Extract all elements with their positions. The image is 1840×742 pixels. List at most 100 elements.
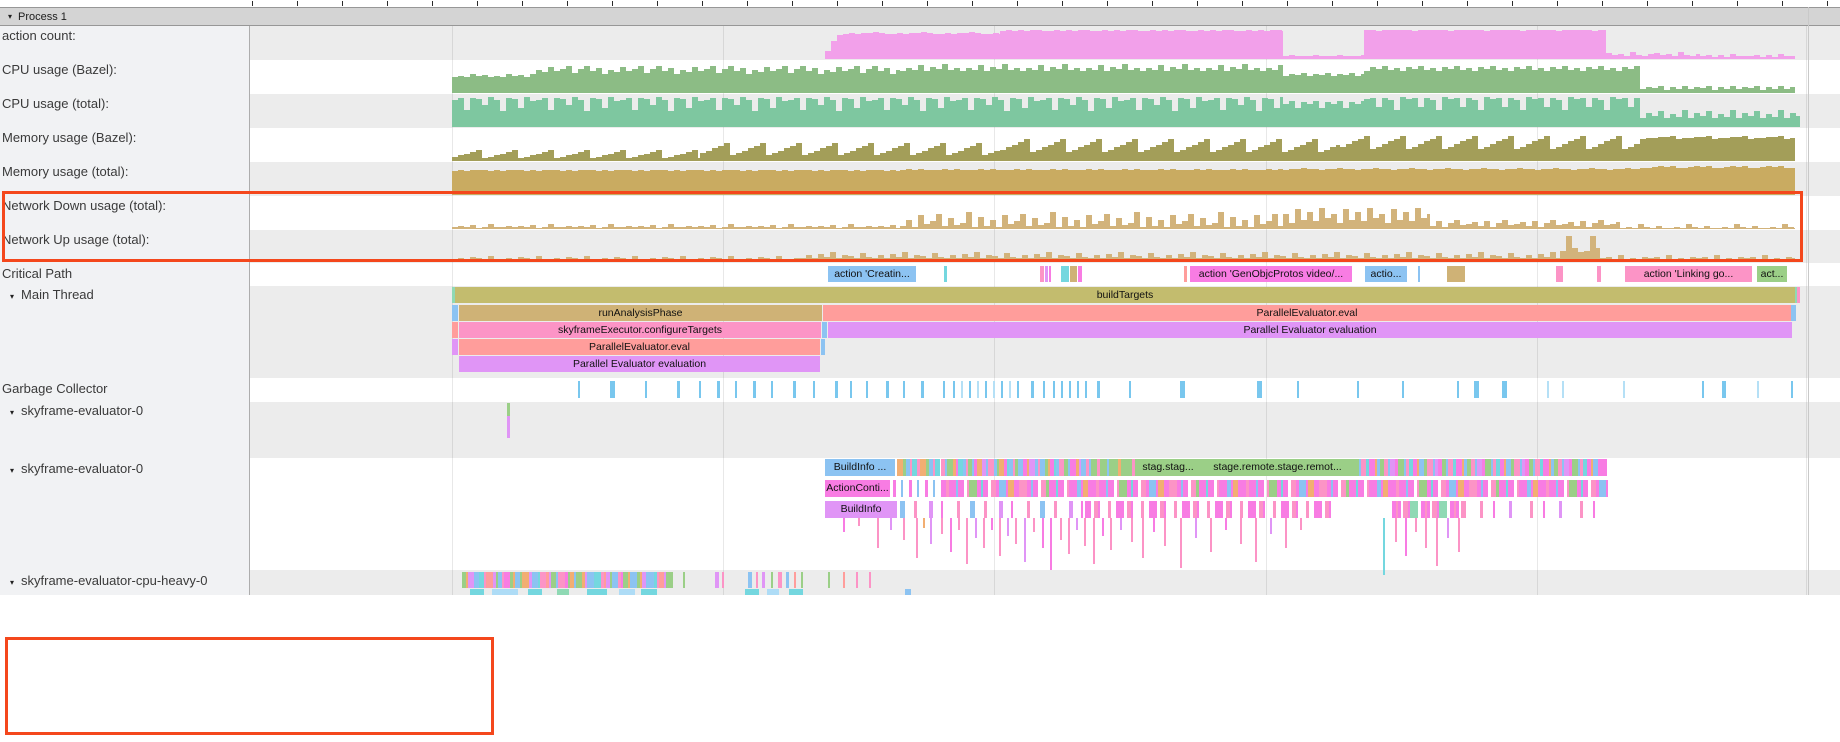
trace-slice[interactable]: Parallel Evaluator evaluation — [459, 356, 820, 372]
trace-slice[interactable] — [771, 572, 773, 588]
gc-slice[interactable] — [677, 381, 680, 398]
trace-slice[interactable] — [715, 572, 719, 588]
gc-slice[interactable] — [645, 381, 647, 398]
trace-slice[interactable] — [1107, 459, 1109, 476]
trace-slice[interactable] — [1519, 480, 1527, 497]
trace-slice[interactable] — [890, 518, 892, 530]
gc-slice[interactable] — [1001, 381, 1003, 398]
trace-slice[interactable] — [1098, 501, 1100, 518]
trace-slice[interactable] — [1076, 518, 1078, 530]
trace-slice[interactable] — [1270, 518, 1272, 534]
trace-slice[interactable] — [1169, 480, 1177, 497]
trace-slice[interactable] — [1142, 518, 1144, 558]
trace-slice[interactable] — [630, 572, 637, 588]
gc-slice[interactable] — [1702, 381, 1704, 398]
track-label-main-thread[interactable]: ▾Main Thread — [10, 288, 94, 304]
trace-slice[interactable] — [786, 572, 789, 588]
trace-slice[interactable] — [1273, 501, 1276, 518]
trace-slice[interactable] — [1549, 480, 1556, 497]
trace-slice[interactable] — [930, 518, 932, 544]
trace-slice[interactable] — [1097, 459, 1100, 476]
trace-slice[interactable] — [1042, 518, 1044, 548]
trace-slice[interactable]: ParallelEvaluator.eval — [823, 305, 1791, 321]
trace-slice[interactable] — [1108, 480, 1114, 497]
trace-slice[interactable] — [1461, 501, 1466, 518]
trace-slice[interactable] — [1250, 501, 1256, 518]
trace-slice[interactable] — [1599, 480, 1606, 497]
trace-slice[interactable]: action 'Creatin... — [828, 266, 916, 282]
trace-slice[interactable] — [1399, 480, 1406, 497]
gc-slice[interactable] — [1069, 381, 1071, 398]
trace-slice[interactable] — [1333, 480, 1338, 497]
trace-slice[interactable] — [1040, 501, 1045, 518]
trace-slice[interactable] — [1050, 518, 1052, 570]
trace-slice[interactable] — [1306, 501, 1309, 518]
trace-slice[interactable] — [1509, 501, 1512, 518]
trace-slice[interactable] — [1070, 266, 1077, 282]
trace-slice[interactable] — [1217, 501, 1223, 518]
trace-slice[interactable] — [1508, 480, 1514, 497]
trace-slice[interactable] — [1319, 480, 1327, 497]
trace-slice[interactable] — [1102, 518, 1104, 536]
trace-slice[interactable] — [1418, 266, 1420, 282]
trace-slice[interactable] — [1019, 480, 1027, 497]
trace-slice[interactable] — [969, 480, 977, 497]
trace-slice[interactable] — [983, 518, 985, 548]
trace-slice[interactable] — [1597, 266, 1601, 282]
trace-slice[interactable] — [828, 572, 830, 588]
gc-slice[interactable] — [1722, 381, 1726, 398]
gc-slice[interactable] — [943, 381, 945, 398]
trace-slice[interactable]: ActionConti... — [825, 480, 890, 497]
trace-slice[interactable] — [941, 501, 943, 518]
trace-slice[interactable] — [1410, 501, 1418, 518]
trace-slice[interactable] — [1285, 518, 1287, 548]
trace-slice[interactable] — [1045, 266, 1048, 282]
trace-slice[interactable] — [1049, 266, 1051, 282]
trace-slice[interactable] — [748, 572, 752, 588]
trace-slice[interactable] — [1174, 501, 1177, 518]
gc-slice[interactable] — [735, 381, 737, 398]
trace-slice[interactable] — [1593, 459, 1598, 476]
counter-chart-mem-bazel[interactable] — [452, 136, 1795, 161]
trace-slice[interactable] — [1118, 501, 1124, 518]
trace-slice[interactable] — [1069, 501, 1073, 518]
gc-slice[interactable] — [717, 381, 720, 398]
gc-slice[interactable] — [866, 381, 868, 398]
trace-slice[interactable] — [1184, 501, 1190, 518]
trace-slice[interactable] — [1085, 501, 1091, 518]
gc-slice[interactable] — [753, 381, 756, 398]
trace-slice[interactable] — [1296, 501, 1298, 518]
collapse-triangle-icon[interactable]: ▾ — [10, 292, 14, 301]
trace-slice[interactable] — [900, 501, 905, 518]
trace-slice[interactable] — [558, 572, 565, 588]
gc-slice[interactable] — [813, 381, 815, 398]
trace-slice[interactable] — [909, 480, 912, 497]
gc-slice[interactable] — [1085, 381, 1087, 398]
trace-slice[interactable] — [1007, 518, 1009, 536]
trace-slice[interactable] — [1469, 480, 1477, 497]
trace-slice[interactable] — [917, 480, 919, 497]
trace-slice[interactable] — [1132, 459, 1135, 476]
gc-slice[interactable] — [850, 381, 852, 398]
trace-slice[interactable] — [999, 501, 1003, 518]
trace-slice[interactable] — [452, 305, 458, 321]
trace-slice[interactable] — [1141, 501, 1144, 518]
gc-slice[interactable] — [1791, 381, 1793, 398]
trace-slice[interactable] — [1299, 480, 1306, 497]
trace-slice[interactable] — [1558, 480, 1564, 497]
gc-slice[interactable] — [1357, 381, 1359, 398]
trace-slice[interactable] — [949, 480, 956, 497]
trace-slice[interactable] — [1316, 501, 1322, 518]
trace-slice[interactable] — [999, 518, 1001, 556]
trace-slice[interactable] — [1456, 501, 1459, 518]
trace-slice[interactable] — [1427, 501, 1430, 518]
trace-slice[interactable] — [1033, 518, 1035, 532]
trace-slice[interactable] — [722, 572, 724, 588]
trace-slice[interactable] — [916, 518, 918, 558]
gc-slice[interactable] — [961, 381, 963, 398]
gc-slice[interactable] — [1547, 381, 1549, 398]
trace-slice[interactable] — [1405, 518, 1407, 556]
counter-chart-net-down[interactable] — [452, 208, 1795, 229]
trace-slice[interactable] — [1078, 266, 1082, 282]
trace-slice[interactable] — [935, 459, 940, 476]
